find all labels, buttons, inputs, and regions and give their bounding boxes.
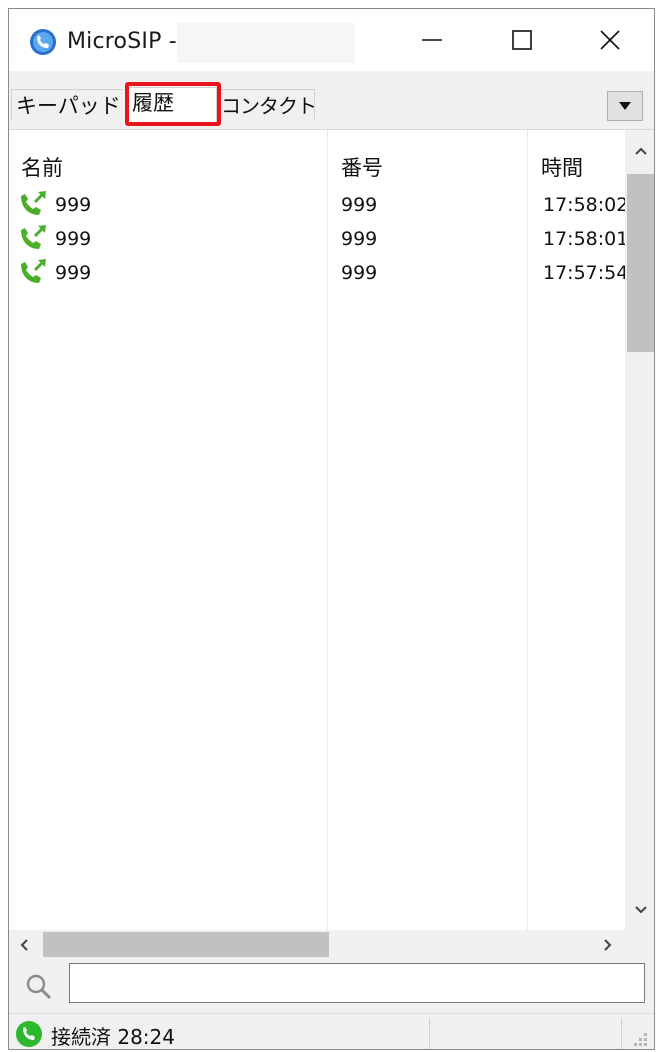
title-bar: MicroSIP -: [9, 9, 654, 71]
maximize-icon: [512, 30, 532, 50]
cell-number: 999: [341, 262, 378, 284]
cell-time: 17:58:02: [543, 194, 625, 216]
microsip-logo-icon: [30, 29, 56, 55]
scroll-down-button[interactable]: [625, 895, 654, 925]
cell-number: 999: [341, 194, 378, 216]
search-bar: [9, 957, 654, 1013]
maximize-button[interactable]: [477, 9, 567, 71]
column-header-time[interactable]: 時間: [541, 152, 583, 182]
tab-contacts[interactable]: コンタクト: [217, 89, 317, 121]
horizontal-scrollbar[interactable]: [9, 930, 625, 960]
search-icon: [26, 974, 52, 1000]
cell-name: 999: [55, 262, 92, 284]
chevron-left-icon: [20, 939, 28, 951]
table-row[interactable]: 999 999 17:58:02: [15, 190, 625, 223]
outgoing-call-icon: [21, 225, 46, 249]
column-header-name[interactable]: 名前: [21, 152, 63, 182]
search-input[interactable]: [69, 963, 645, 1003]
status-separator: [621, 1018, 622, 1049]
cell-name: 999: [55, 228, 92, 250]
cell-number: 999: [341, 228, 378, 250]
column-header-number[interactable]: 番号: [341, 152, 383, 182]
scroll-up-button[interactable]: [625, 136, 654, 166]
vertical-scrollbar[interactable]: [625, 130, 654, 930]
table-row[interactable]: 999 999 17:57:54: [15, 258, 625, 291]
outgoing-call-icon: [21, 259, 46, 283]
scroll-right-button[interactable]: [593, 930, 623, 960]
minimize-icon: [422, 39, 442, 41]
status-separator: [429, 1018, 430, 1049]
window-title: MicroSIP -: [67, 29, 177, 54]
outgoing-call-icon: [21, 191, 46, 215]
vertical-scroll-thumb[interactable]: [627, 174, 654, 352]
menu-dropdown-button[interactable]: [607, 91, 643, 121]
chevron-down-icon: [634, 906, 647, 914]
connection-status-text: 接続済 28:24: [51, 1025, 175, 1049]
microsip-window: MicroSIP - キーパッド 履歴 コンタクト 名前 番号 時間 999 9…: [8, 8, 655, 1050]
account-name-redacted: [177, 23, 355, 63]
resize-grip-icon[interactable]: [629, 1028, 649, 1048]
cell-time: 17:57:54: [543, 262, 625, 284]
table-row[interactable]: 999 999 17:58:01: [15, 224, 625, 257]
chevron-up-icon: [634, 147, 647, 155]
close-button[interactable]: [565, 9, 654, 71]
status-bar: 接続済 28:24: [9, 1013, 654, 1049]
tab-history[interactable]: 履歴: [127, 87, 217, 123]
tab-keypad[interactable]: キーパッド: [11, 89, 123, 121]
cell-name: 999: [55, 194, 92, 216]
scroll-left-button[interactable]: [9, 930, 39, 960]
cell-time: 17:58:01: [543, 228, 625, 250]
call-history-list[interactable]: 名前 番号 時間 999 999 17:58:02 999 999 17:58:…: [9, 129, 654, 960]
scrollbar-corner: [625, 930, 654, 960]
triangle-down-icon: [619, 102, 631, 110]
horizontal-scroll-thumb[interactable]: [43, 932, 329, 958]
connected-icon: [16, 1021, 42, 1047]
minimize-button[interactable]: [387, 9, 477, 71]
close-icon: [600, 30, 620, 50]
tab-bar: キーパッド 履歴 コンタクト: [9, 71, 654, 127]
chevron-right-icon: [604, 939, 612, 951]
